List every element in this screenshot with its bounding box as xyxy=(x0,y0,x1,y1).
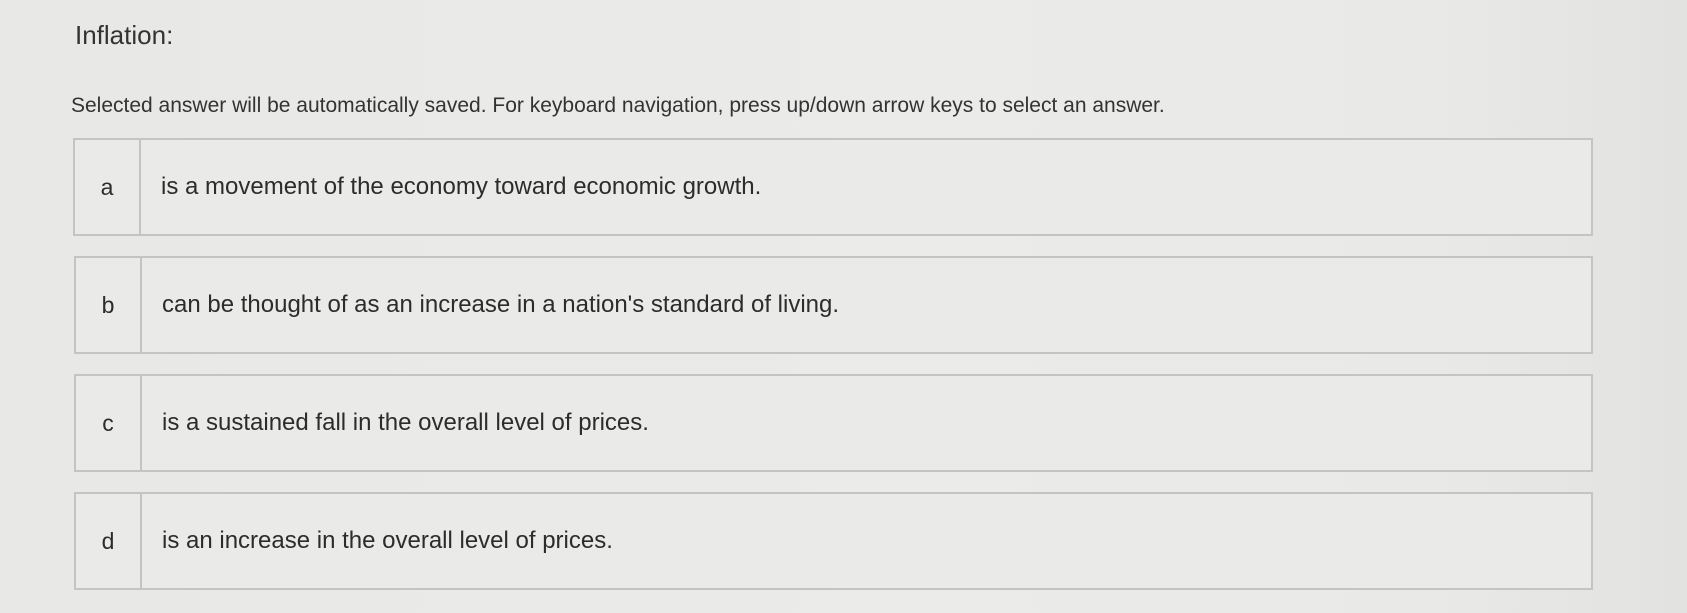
option-letter: a xyxy=(75,140,141,234)
instructions-text: Selected answer will be automatically sa… xyxy=(71,94,1165,117)
answer-option-d[interactable]: d is an increase in the overall level of… xyxy=(74,492,1593,590)
option-text: can be thought of as an increase in a na… xyxy=(162,291,840,318)
option-letter: b xyxy=(76,258,142,352)
option-letter: d xyxy=(76,494,142,588)
option-text: is a sustained fall in the overall level… xyxy=(162,409,649,436)
option-letter: c xyxy=(76,376,142,470)
answer-options-list: a is a movement of the economy toward ec… xyxy=(73,138,1593,610)
option-text: is an increase in the overall level of p… xyxy=(162,527,613,554)
answer-option-a[interactable]: a is a movement of the economy toward ec… xyxy=(73,138,1593,236)
option-text: is a movement of the economy toward econ… xyxy=(161,173,762,200)
question-title: Inflation: xyxy=(75,20,174,50)
answer-option-c[interactable]: c is a sustained fall in the overall lev… xyxy=(74,374,1593,472)
answer-option-b[interactable]: b can be thought of as an increase in a … xyxy=(74,256,1593,354)
